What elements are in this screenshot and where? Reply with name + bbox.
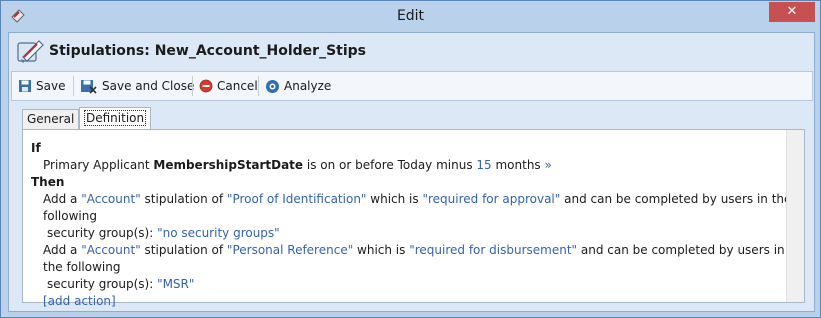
condition-value-link[interactable]: 15 xyxy=(476,158,491,172)
save-label: Save xyxy=(36,79,66,93)
action-security-line: security group(s): "MSR" xyxy=(31,276,804,293)
save-icon xyxy=(19,80,31,92)
requirement-link[interactable]: "required for approval" xyxy=(422,192,560,206)
tab-general[interactable]: General xyxy=(22,109,80,129)
close-button[interactable]: ✕ xyxy=(769,2,815,22)
toolbar-divider xyxy=(258,76,259,96)
condition-unit: months xyxy=(491,158,541,172)
edit-window: Edit ✕ Stipulations: New_Account_Holder_… xyxy=(0,0,821,318)
window-title: Edit xyxy=(396,8,425,24)
add-action-link[interactable]: [add action] xyxy=(31,293,804,310)
toolbar: Save Save and Close Cancel Analyze xyxy=(11,71,813,101)
stipulation-icon xyxy=(17,40,44,63)
action-item: Add a "Account" stipulation of "Proof of… xyxy=(31,191,804,225)
save-and-close-icon xyxy=(81,79,97,94)
cancel-button[interactable]: Cancel xyxy=(199,75,258,97)
requirement-link[interactable]: "required for disbursement" xyxy=(409,243,577,257)
entity-link[interactable]: "Account" xyxy=(81,243,141,257)
security-groups-label: security group(s): xyxy=(47,277,158,291)
condition-operator: is on or before Today minus xyxy=(303,158,477,172)
action-security-line: security group(s): "no security groups" xyxy=(31,225,804,242)
page-title: Stipulations: New_Account_Holder_Stips xyxy=(49,43,366,59)
security-group-link[interactable]: "MSR" xyxy=(157,277,194,291)
stipulation-link[interactable]: "Proof of Identification" xyxy=(227,192,367,206)
cancel-label: Cancel xyxy=(217,79,258,93)
analyze-icon xyxy=(266,79,279,93)
analyze-button[interactable]: Analyze xyxy=(265,75,331,97)
tab-definition[interactable]: Definition xyxy=(79,107,152,129)
security-group-link[interactable]: "no security groups" xyxy=(157,226,280,240)
security-groups-label: security group(s): xyxy=(47,226,158,240)
tab-definition-label: Definition xyxy=(84,110,147,126)
action-add-text: Add a xyxy=(43,192,82,206)
cancel-icon xyxy=(199,79,213,93)
action-text: stipulation of xyxy=(140,243,227,257)
analyze-label: Analyze xyxy=(284,79,332,93)
condition-more-link[interactable]: » xyxy=(541,158,552,172)
vertical-scrollbar[interactable] xyxy=(786,130,804,302)
then-keyword: Then xyxy=(31,175,65,189)
save-and-close-button[interactable]: Save and Close xyxy=(80,75,194,97)
close-icon: ✕ xyxy=(786,4,798,19)
toolbar-divider xyxy=(73,76,74,96)
toolbar-divider xyxy=(192,76,193,96)
client-area: Stipulations: New_Account_Holder_Stips S… xyxy=(8,32,815,312)
save-and-close-label: Save and Close xyxy=(102,79,195,93)
tab-general-label: General xyxy=(27,112,75,126)
title-bar[interactable]: Edit ✕ xyxy=(1,1,820,33)
rule-definition: If Primary Applicant MembershipStartDate… xyxy=(31,140,804,310)
entity-link[interactable]: "Account" xyxy=(81,192,141,206)
action-text: stipulation of xyxy=(140,192,227,206)
if-keyword: If xyxy=(31,141,41,155)
stipulation-link[interactable]: "Personal Reference" xyxy=(227,243,353,257)
action-text: which is xyxy=(366,192,423,206)
save-button[interactable]: Save xyxy=(18,75,65,97)
action-item: Add a "Account" stipulation of "Personal… xyxy=(31,242,804,276)
action-add-text: Add a xyxy=(43,243,82,257)
condition-field: MembershipStartDate xyxy=(153,158,304,172)
definition-panel: If Primary Applicant MembershipStartDate… xyxy=(22,129,805,308)
condition-prefix: Primary Applicant xyxy=(43,158,154,172)
form-header: Stipulations: New_Account_Holder_Stips xyxy=(9,33,814,71)
rule-condition: Primary Applicant MembershipStartDate is… xyxy=(31,157,804,174)
action-text: which is xyxy=(353,243,410,257)
